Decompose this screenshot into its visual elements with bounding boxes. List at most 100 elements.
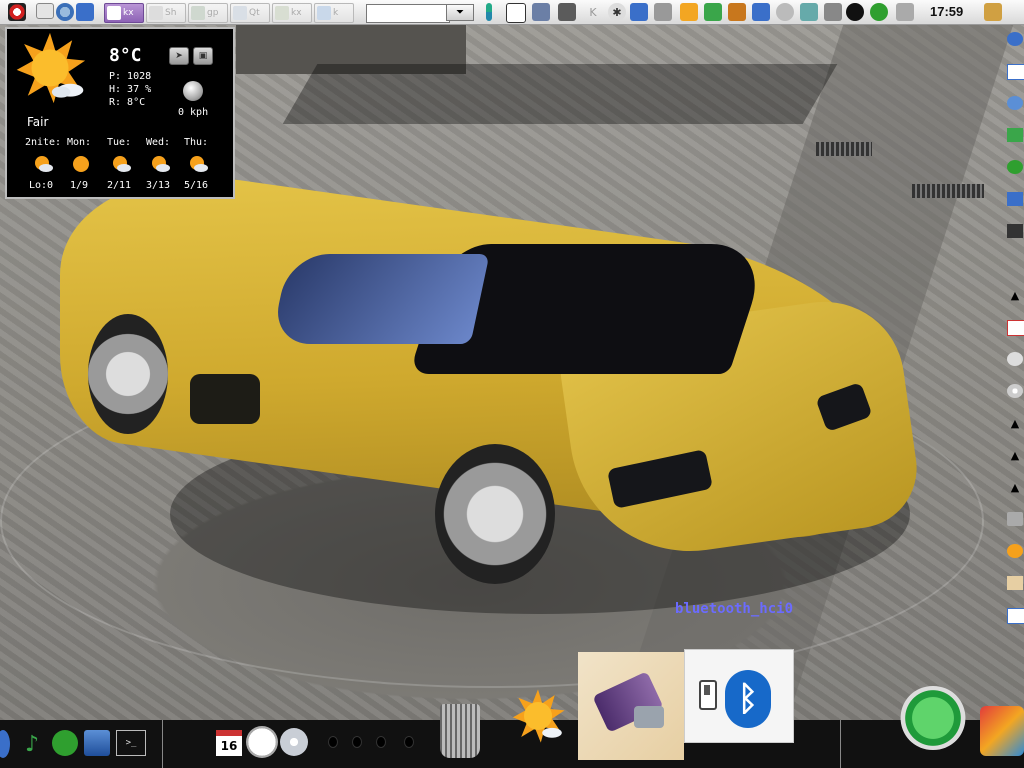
flower-icon[interactable] <box>1007 160 1023 174</box>
cd-icon[interactable] <box>1007 384 1023 398</box>
k-icon[interactable]: K <box>584 3 602 21</box>
task-button[interactable]: kx <box>272 3 312 23</box>
bomb-icon[interactable] <box>846 3 864 21</box>
wallpaper-shadow <box>282 64 838 124</box>
bluetooth-icon[interactable] <box>1007 608 1024 624</box>
bluetooth-applet[interactable]: ᛒ <box>684 649 794 743</box>
forecast-value: Lo:0 <box>28 180 54 191</box>
trash-icon[interactable] <box>440 704 480 758</box>
apple-icon[interactable] <box>1007 32 1023 46</box>
wallpaper-grate <box>816 142 872 156</box>
bluetooth-logo-icon: ᛒ <box>725 670 771 728</box>
user-icon[interactable]: ▲ <box>1007 448 1023 462</box>
trash-icon[interactable] <box>1007 512 1023 526</box>
mixer-icon[interactable] <box>654 3 672 21</box>
paw-icon[interactable] <box>752 3 770 21</box>
car-image <box>50 154 925 614</box>
forecast-value: 2/11 <box>106 180 132 191</box>
kmenu-icon[interactable] <box>8 3 26 21</box>
forecast-day: 2nite: <box>24 137 62 148</box>
weather-icon[interactable] <box>1007 544 1023 558</box>
forecast-day: Thu: <box>183 137 209 148</box>
weather-condition: Fair <box>27 115 49 129</box>
task-button[interactable]: k <box>314 3 354 23</box>
calendar-icon[interactable]: 16 <box>216 730 242 756</box>
bluetooth-tray-icon[interactable]: ✱ <box>608 3 626 21</box>
sun-cloud-icon <box>190 156 208 172</box>
forecast-value: 5/16 <box>183 180 209 191</box>
clock[interactable]: 17:59 <box>930 4 963 19</box>
forecast-value: 3/13 <box>145 180 171 191</box>
pager-icon[interactable] <box>506 3 526 23</box>
update-icon[interactable] <box>824 3 842 21</box>
navigation-icon[interactable] <box>900 686 966 750</box>
user-icon[interactable]: ▲ <box>1007 480 1023 494</box>
dial-icon[interactable] <box>776 3 794 21</box>
dock-indicator <box>404 736 414 748</box>
app-icon <box>149 6 163 20</box>
dock-separator <box>162 720 163 768</box>
video-icon[interactable] <box>1007 192 1023 206</box>
weather-map-button[interactable]: ➤ <box>169 47 189 65</box>
globe-icon[interactable] <box>1007 96 1023 110</box>
bluetooth-switch[interactable] <box>699 680 717 710</box>
terminal-icon[interactable]: >_ <box>116 730 146 756</box>
kmail-icon[interactable] <box>870 3 888 21</box>
clock-icon[interactable] <box>246 726 278 758</box>
wallpaper-grate <box>912 184 984 198</box>
sun-cloud-icon <box>35 156 53 172</box>
logout-icon[interactable] <box>984 3 1002 21</box>
task-button[interactable]: gp <box>188 3 228 23</box>
user-icon[interactable]: ▲ <box>1007 416 1023 430</box>
wind-gauge-icon <box>183 81 203 101</box>
task-button[interactable]: Sh <box>146 3 186 23</box>
dock-indicator <box>352 736 362 748</box>
top-panel: kx Sh gp Qt kx k ⏷ K ✱ 17:59 <box>0 0 1024 25</box>
display-settings-icon[interactable] <box>630 3 648 21</box>
cd-icon[interactable] <box>280 728 308 756</box>
real-feel: R: 8°C <box>109 97 146 108</box>
printer-icon[interactable] <box>896 3 914 21</box>
level-meter-icon <box>486 3 492 21</box>
video-icon[interactable] <box>84 730 110 756</box>
photo-icon[interactable] <box>1007 576 1023 590</box>
file-manager-icon[interactable] <box>76 3 94 21</box>
music-icon[interactable] <box>1007 128 1023 142</box>
browser-icon[interactable] <box>56 3 74 21</box>
bluetooth-device-label[interactable]: bluetooth_hci0 <box>675 601 793 617</box>
calendar-icon[interactable] <box>1007 320 1024 336</box>
games-icon[interactable] <box>980 706 1024 756</box>
user-icon[interactable]: ▲ <box>1007 288 1023 302</box>
task-button[interactable]: kx <box>104 3 144 23</box>
show-desktop-icon[interactable] <box>36 3 54 19</box>
pressure: P: 1028 <box>109 71 152 82</box>
music-note-icon[interactable]: ♪ <box>18 730 46 758</box>
weather-sun-icon[interactable] <box>508 688 568 744</box>
flower-icon[interactable] <box>52 730 78 756</box>
photo-frame-thumbnail[interactable] <box>578 652 684 760</box>
app-icon <box>107 6 121 20</box>
weather-settings-button[interactable]: ▣ <box>193 47 213 65</box>
forecast-day: Wed: <box>145 137 171 148</box>
weather-widget: 8°C P: 1028 H: 37 % R: 8°C ➤ ▣ 0 kph Fai… <box>5 27 235 199</box>
app-icon <box>191 6 205 20</box>
forecast-day: Mon: <box>66 137 92 148</box>
search-input[interactable] <box>366 4 450 23</box>
notes-icon[interactable] <box>680 3 698 21</box>
forecast-value: 1/9 <box>69 180 89 191</box>
network-manager-icon[interactable] <box>704 3 722 21</box>
network-icon[interactable] <box>532 3 550 21</box>
klipper-icon[interactable] <box>800 3 818 21</box>
task-button[interactable]: Qt <box>230 3 270 23</box>
clock-icon[interactable] <box>1007 352 1023 366</box>
terminal-prompt: >_ <box>125 738 137 748</box>
terminal-icon[interactable] <box>1007 224 1023 238</box>
app-icon <box>233 6 247 20</box>
search-dropdown-button[interactable]: ⏷ <box>446 4 474 21</box>
app-icon <box>275 6 289 20</box>
monitor-icon[interactable] <box>558 3 576 21</box>
window-icon[interactable] <box>1007 64 1024 80</box>
wallet-icon[interactable] <box>728 3 746 21</box>
sun-cloud-icon <box>152 156 170 172</box>
humidity: H: 37 % <box>109 84 152 95</box>
